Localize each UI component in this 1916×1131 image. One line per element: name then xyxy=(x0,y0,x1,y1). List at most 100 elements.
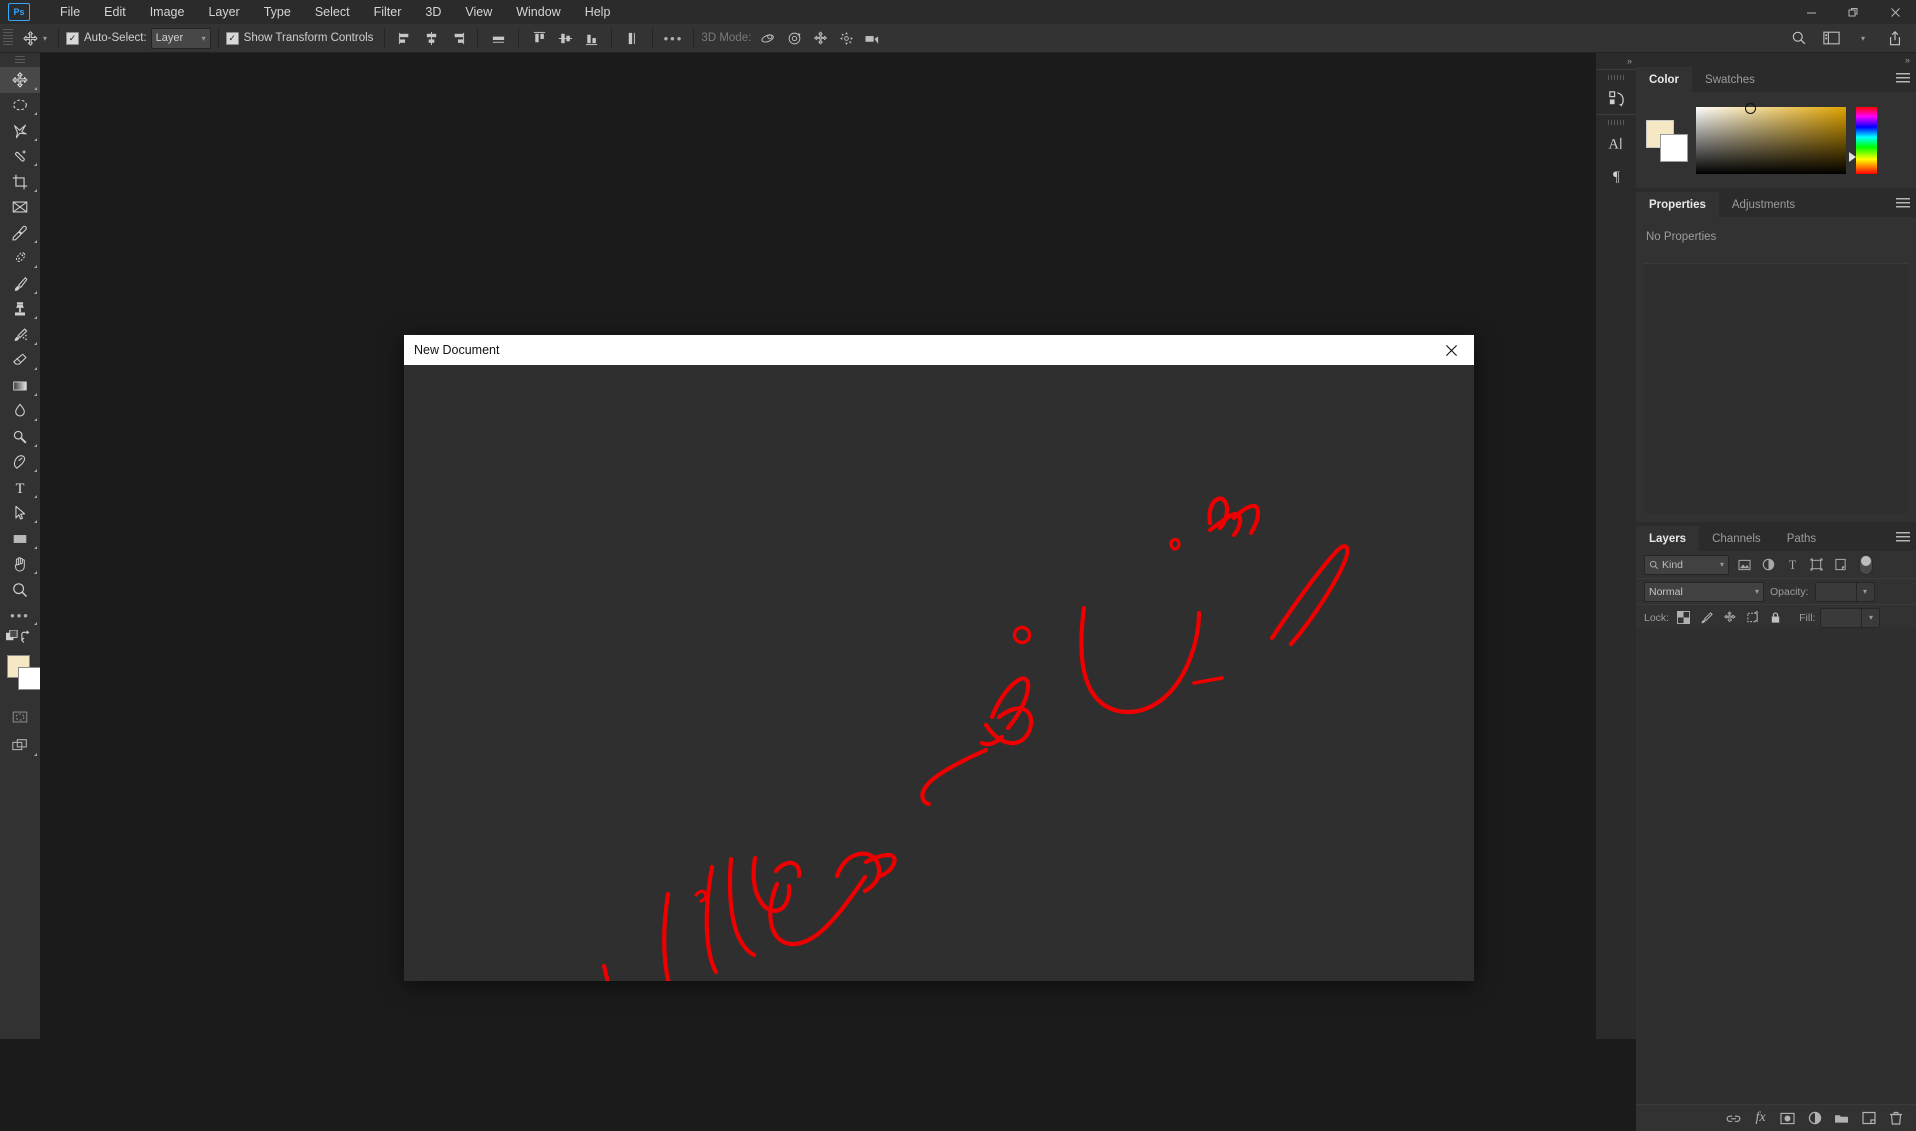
brush-tool[interactable] xyxy=(0,271,40,297)
toolbar-grip[interactable] xyxy=(0,53,40,67)
lock-transparent-pixels-icon[interactable] xyxy=(1674,609,1692,627)
menu-view[interactable]: View xyxy=(453,0,504,24)
blur-tool[interactable] xyxy=(0,399,40,425)
opacity-input[interactable] xyxy=(1814,581,1857,602)
orbit-3d-icon[interactable] xyxy=(755,27,781,49)
tool-preset-chevron-icon[interactable]: ▾ xyxy=(43,34,47,43)
auto-select-dropdown[interactable]: Layer ▾ xyxy=(150,27,211,49)
eraser-tool[interactable] xyxy=(0,348,40,374)
color-background-swatch[interactable] xyxy=(1660,134,1688,162)
distribute-vertically-button[interactable] xyxy=(619,27,645,49)
move-tool[interactable] xyxy=(0,67,40,93)
frame-tool[interactable] xyxy=(0,195,40,221)
swap-colors-icon[interactable] xyxy=(20,630,33,646)
filter-type-icon[interactable]: T xyxy=(1784,556,1801,574)
healing-brush-tool[interactable] xyxy=(0,246,40,272)
zoom-tool[interactable] xyxy=(0,577,40,603)
panel-menu-icon[interactable] xyxy=(1896,73,1910,85)
options-bar-grip[interactable] xyxy=(3,29,13,47)
lock-image-pixels-icon[interactable] xyxy=(1697,609,1715,627)
filter-enable-toggle[interactable] xyxy=(1859,554,1873,575)
quick-mask-mode[interactable] xyxy=(0,704,40,730)
align-right-edges-button[interactable] xyxy=(444,27,470,49)
close-button[interactable] xyxy=(1874,0,1916,24)
tab-layers[interactable]: Layers xyxy=(1636,526,1700,551)
edit-toolbar-tool[interactable]: ••• xyxy=(0,603,40,629)
paragraph-panel-icon[interactable]: ¶ xyxy=(1596,159,1636,191)
collapse-panels-icon[interactable]: » xyxy=(1636,53,1916,67)
align-top-edges-button[interactable] xyxy=(526,27,552,49)
layer-filter-kind-dropdown[interactable]: Kind ▾ xyxy=(1644,554,1729,575)
path-selection-tool[interactable] xyxy=(0,501,40,527)
minimize-button[interactable] xyxy=(1790,0,1832,24)
tab-properties[interactable]: Properties xyxy=(1636,192,1719,217)
history-brush-tool[interactable] xyxy=(0,322,40,348)
menu-edit[interactable]: Edit xyxy=(92,0,138,24)
menu-layer[interactable]: Layer xyxy=(196,0,251,24)
lock-position-icon[interactable] xyxy=(1720,609,1738,627)
gradient-tool[interactable] xyxy=(0,373,40,399)
pan-3d-icon[interactable] xyxy=(807,27,833,49)
dialog-body[interactable] xyxy=(404,365,1474,981)
align-left-edges-button[interactable] xyxy=(392,27,418,49)
tab-paths[interactable]: Paths xyxy=(1773,526,1830,551)
camera-3d-icon[interactable] xyxy=(859,27,885,49)
tab-swatches[interactable]: Swatches xyxy=(1692,67,1768,92)
rectangle-tool[interactable] xyxy=(0,526,40,552)
expand-panels-icon[interactable]: » xyxy=(1596,53,1636,69)
menu-window[interactable]: Window xyxy=(504,0,572,24)
clone-stamp-tool[interactable] xyxy=(0,297,40,323)
eyedropper-tool[interactable] xyxy=(0,220,40,246)
auto-select-checkbox[interactable]: ✓ xyxy=(66,31,80,45)
link-layers-icon[interactable] xyxy=(1725,1110,1742,1127)
new-layer-icon[interactable] xyxy=(1860,1110,1877,1127)
move-tool-icon[interactable] xyxy=(17,27,43,49)
dock-group-grip[interactable] xyxy=(1596,73,1636,82)
fill-input[interactable] xyxy=(1820,607,1863,628)
panel-menu-icon[interactable] xyxy=(1896,198,1910,210)
lock-artboard-nesting-icon[interactable] xyxy=(1743,609,1761,627)
dialog-close-button[interactable] xyxy=(1434,337,1468,363)
slide-3d-icon[interactable] xyxy=(833,27,859,49)
filter-smart-object-icon[interactable] xyxy=(1832,556,1849,574)
pen-tool[interactable] xyxy=(0,450,40,476)
menu-file[interactable]: File xyxy=(48,0,92,24)
marquee-tool[interactable] xyxy=(0,93,40,119)
fill-dropdown-arrow[interactable]: ▾ xyxy=(1862,607,1881,628)
delete-layer-icon[interactable] xyxy=(1887,1110,1904,1127)
align-horizontal-centers-button[interactable] xyxy=(418,27,444,49)
menu-select[interactable]: Select xyxy=(303,0,362,24)
more-align-options-button[interactable]: ••• xyxy=(660,27,686,49)
dock-group-grip[interactable] xyxy=(1596,118,1636,127)
menu-help[interactable]: Help xyxy=(573,0,623,24)
show-transform-checkbox[interactable]: ✓ xyxy=(225,31,239,45)
menu-type[interactable]: Type xyxy=(252,0,303,24)
default-colors-icon[interactable] xyxy=(6,629,19,646)
align-bottom-edges-button[interactable] xyxy=(578,27,604,49)
dodge-tool[interactable] xyxy=(0,424,40,450)
character-panel-icon[interactable]: A xyxy=(1596,127,1636,159)
color-picker-field[interactable] xyxy=(1696,102,1846,174)
canvas-area[interactable]: New Document xyxy=(40,53,1596,1039)
tab-adjustments[interactable]: Adjustments xyxy=(1718,192,1809,217)
share-icon[interactable] xyxy=(1880,26,1910,50)
roll-3d-icon[interactable] xyxy=(781,27,807,49)
menu-filter[interactable]: Filter xyxy=(362,0,414,24)
type-tool[interactable]: T xyxy=(0,475,40,501)
panel-menu-icon[interactable] xyxy=(1896,532,1910,544)
opacity-dropdown-arrow[interactable]: ▾ xyxy=(1856,581,1875,602)
history-panel-icon[interactable] xyxy=(1596,82,1636,114)
filter-shape-icon[interactable] xyxy=(1808,556,1825,574)
hand-tool[interactable] xyxy=(0,552,40,578)
new-adjustment-layer-icon[interactable] xyxy=(1806,1110,1823,1127)
search-icon[interactable] xyxy=(1784,26,1814,50)
filter-adjustment-icon[interactable] xyxy=(1760,556,1777,574)
add-layer-mask-icon[interactable] xyxy=(1779,1110,1796,1127)
layer-list[interactable] xyxy=(1636,628,1916,1105)
lasso-tool[interactable] xyxy=(0,118,40,144)
filter-pixel-icon[interactable] xyxy=(1736,556,1753,574)
workspace-chevron-down-icon[interactable]: ▾ xyxy=(1848,26,1878,50)
blend-mode-dropdown[interactable]: Normal ▾ xyxy=(1644,581,1764,602)
layer-style-fx-icon[interactable]: fx xyxy=(1752,1110,1769,1127)
tab-color[interactable]: Color xyxy=(1636,67,1693,92)
